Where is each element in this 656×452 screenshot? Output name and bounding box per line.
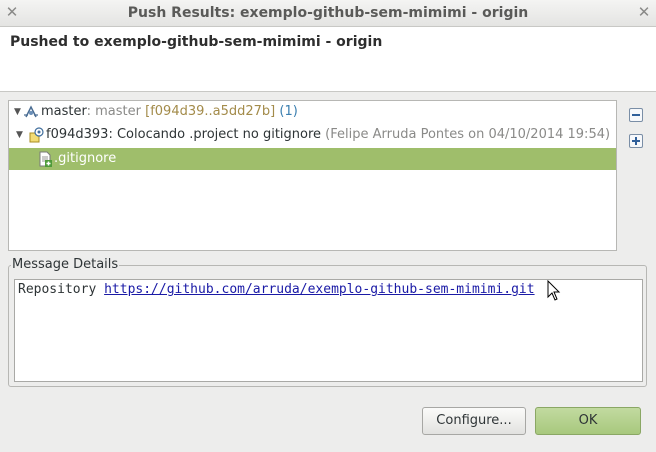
commit-label: f094d393: Colocando .project no gitignor… bbox=[46, 124, 610, 146]
commit-range: [f094d39..a5dd27b] bbox=[145, 104, 276, 119]
collapse-arrow-icon[interactable]: ▼ bbox=[16, 124, 23, 146]
message-details-label: Message Details bbox=[11, 257, 120, 272]
collapse-all-button[interactable] bbox=[629, 108, 643, 122]
added-file-icon bbox=[39, 151, 52, 167]
commit-row[interactable]: ▼ f094d393: Colocando .project no gitign… bbox=[9, 124, 616, 146]
ok-button[interactable]: OK bbox=[535, 407, 641, 435]
title-bar: ✕ Push Results: exemplo-github-sem-mimim… bbox=[0, 0, 656, 27]
branch-icon bbox=[24, 105, 38, 118]
mouse-pointer-icon bbox=[547, 280, 561, 301]
remote-branch-name: master bbox=[95, 104, 146, 119]
commit-id-message: f094d393: Colocando .project no gitignor… bbox=[46, 127, 322, 142]
collapse-arrow-icon[interactable]: ▼ bbox=[14, 101, 21, 123]
window-title: Push Results: exemplo-github-sem-mimimi … bbox=[127, 5, 529, 21]
file-name: .gitignore bbox=[54, 151, 117, 166]
expand-all-button[interactable] bbox=[629, 134, 643, 148]
branch-label: master: master [f094d39..a5dd27b] (1) bbox=[41, 101, 298, 123]
push-results-tree[interactable]: ▼ master: master [f094d39..a5dd27b] (1) … bbox=[8, 100, 617, 251]
branch-row[interactable]: ▼ master: master [f094d39..a5dd27b] (1) bbox=[9, 101, 616, 123]
branch-separator: : bbox=[86, 104, 96, 119]
collapse-all-icon bbox=[632, 114, 640, 116]
close-icon[interactable]: ✕ bbox=[636, 4, 652, 20]
repository-prefix: Repository bbox=[18, 282, 105, 297]
commit-icon bbox=[29, 127, 44, 143]
repository-line: Repository https://github.com/arruda/exe… bbox=[18, 282, 535, 297]
push-summary-message: Pushed to exemplo-github-sem-mimimi - or… bbox=[10, 34, 383, 50]
repository-link[interactable]: https://github.com/arruda/exemplo-github… bbox=[104, 282, 534, 297]
commit-count: (1) bbox=[275, 104, 298, 119]
branch-name: master bbox=[41, 104, 87, 119]
file-row[interactable]: .gitignore bbox=[9, 148, 616, 170]
dialog-header: Pushed to exemplo-github-sem-mimimi - or… bbox=[0, 27, 656, 92]
configure-button[interactable]: Configure... bbox=[422, 407, 526, 435]
commit-author-date: (Felipe Arruda Pontes on 04/10/2014 19:5… bbox=[321, 127, 611, 142]
